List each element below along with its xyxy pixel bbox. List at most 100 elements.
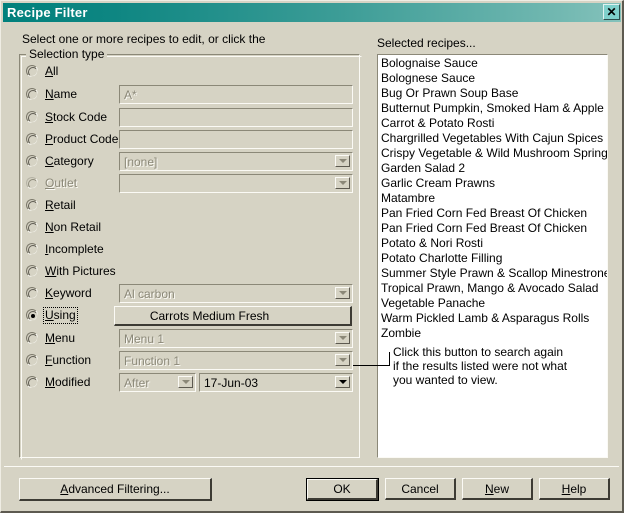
using-ingredient-button[interactable]: Carrots Medium Fresh [114, 306, 352, 326]
selection-type-label: Selection type [26, 47, 108, 61]
radio-row-all[interactable]: All [26, 61, 58, 81]
combo-outlet [119, 174, 353, 193]
chevron-down-icon [335, 287, 350, 299]
annotation-line-2: if the results listed were not what [393, 359, 568, 373]
radio-label: Retail [45, 197, 76, 212]
list-item[interactable]: Garlic Cream Prawns [379, 176, 607, 191]
list-item[interactable]: Warm Pickled Lamb & Asparagus Rolls [379, 311, 607, 326]
new-button[interactable]: New [462, 478, 533, 500]
list-item[interactable]: Zombie [379, 326, 607, 341]
list-item[interactable]: Butternut Pumpkin, Smoked Ham & Apple Bi… [379, 101, 607, 116]
annotation-line-3: you wanted to view. [393, 373, 498, 387]
new-label: New [484, 481, 509, 496]
radio-row-menu[interactable]: Menu [26, 328, 75, 348]
radio-product-code-icon[interactable] [26, 133, 38, 145]
field-value: Menu 1 [124, 331, 165, 346]
list-item[interactable]: Bolognese Sauce [379, 71, 607, 86]
radio-menu-icon[interactable] [26, 332, 38, 344]
radio-stock-code-icon[interactable] [26, 111, 38, 123]
selected-recipes-listbox[interactable]: Bolognaise Sauce Bolognese Sauce Bug Or Pr… [377, 54, 608, 458]
list-item[interactable]: Vegetable Panache [379, 296, 607, 311]
combo-modified-operator: After [119, 373, 196, 392]
radio-name-icon[interactable] [26, 88, 38, 100]
radio-label: Outlet [45, 175, 78, 190]
chevron-down-icon [335, 332, 350, 344]
radio-row-non-retail[interactable]: Non Retail [26, 217, 101, 237]
radio-incomplete-icon[interactable] [26, 243, 38, 255]
list-item[interactable]: Garden Salad 2 [379, 161, 607, 176]
list-item[interactable]: Potato Charlotte Filling [379, 251, 607, 266]
radio-with-pictures-icon[interactable] [26, 265, 38, 277]
field-value: Function 1 [124, 353, 181, 368]
radio-label: All [45, 63, 59, 78]
combo-function: Function 1 [119, 351, 353, 370]
radio-label: Keyword [45, 285, 92, 300]
listbox-items: Bolognaise Sauce Bolognese Sauce Bug Or Pr… [379, 56, 607, 341]
list-item[interactable]: Tropical Prawn, Mango & Avocado Salad [379, 281, 607, 296]
field-value: Al carbon [124, 286, 175, 301]
radio-modified-icon[interactable] [26, 376, 38, 388]
radio-row-using[interactable]: Using [26, 305, 78, 325]
advanced-filtering-button[interactable]: Advanced Filtering... [19, 478, 212, 501]
radio-label: Modified [45, 374, 91, 389]
ok-button[interactable]: OK [306, 478, 379, 501]
combo-modified-date[interactable]: 17-Jun-03 [199, 373, 353, 392]
advanced-filtering-label: Advanced Filtering... [60, 482, 170, 496]
list-item[interactable]: Matambre [379, 191, 607, 206]
close-icon[interactable]: ✕ [603, 4, 620, 20]
radio-label: Category [45, 153, 94, 168]
using-ingredient-label: Carrots Medium Fresh [149, 308, 270, 323]
field-value: [none] [124, 154, 158, 169]
radio-keyword-icon[interactable] [26, 287, 38, 299]
combo-menu: Menu 1 [119, 329, 353, 348]
list-item[interactable]: Carrot & Potato Rosti [379, 116, 607, 131]
list-item[interactable]: Pan Fried Corn Fed Breast Of Chicken [379, 221, 607, 236]
field-value: 17-Jun-03 [204, 375, 259, 390]
radio-row-outlet: Outlet [26, 173, 77, 193]
radio-category-icon[interactable] [26, 155, 38, 167]
list-item[interactable]: Pan Fried Corn Fed Breast Of Chicken [379, 206, 607, 221]
list-item[interactable]: Bolognaise Sauce [379, 56, 607, 71]
input-product-code [119, 130, 353, 149]
radio-row-name[interactable]: Name [26, 84, 77, 104]
radio-row-function[interactable]: Function [26, 350, 91, 370]
chevron-down-icon [335, 354, 350, 366]
radio-non-retail-icon[interactable] [26, 221, 38, 233]
radio-label: Name [45, 86, 78, 101]
help-button[interactable]: Help [539, 478, 610, 500]
radio-outlet-icon [26, 177, 38, 189]
field-value: After [124, 375, 150, 390]
ok-label: OK [307, 479, 378, 500]
radio-label: Incomplete [45, 241, 104, 256]
cancel-label: Cancel [401, 481, 439, 496]
radio-row-modified[interactable]: Modified [26, 372, 90, 392]
annotation-text: Click this button to search again if the… [393, 345, 613, 387]
radio-label: Non Retail [45, 219, 102, 234]
combo-keyword: Al carbon [119, 284, 353, 303]
radio-row-stock-code[interactable]: Stock Code [26, 107, 107, 127]
input-name: A* [119, 85, 353, 104]
radio-row-retail[interactable]: Retail [26, 195, 76, 215]
radio-function-icon[interactable] [26, 354, 38, 366]
radio-row-keyword[interactable]: Keyword [26, 283, 92, 303]
radio-row-incomplete[interactable]: Incomplete [26, 239, 104, 259]
selected-recipes-caption: Selected recipes... [377, 36, 476, 50]
chevron-down-icon[interactable] [335, 376, 350, 388]
list-item[interactable]: Bug Or Prawn Soup Base [379, 86, 607, 101]
radio-row-with-pictures[interactable]: With Pictures [26, 261, 116, 281]
radio-using-icon[interactable] [26, 309, 38, 321]
radio-retail-icon[interactable] [26, 199, 38, 211]
list-item[interactable]: Chargrilled Vegetables With Cajun Spices [379, 131, 607, 146]
radio-all-icon[interactable] [26, 65, 38, 77]
list-item[interactable]: Crispy Vegetable & Wild Mushroom Spring … [379, 146, 607, 161]
radio-row-category[interactable]: Category [26, 151, 94, 171]
radio-row-product-code[interactable]: Product Code [26, 129, 118, 149]
list-item[interactable]: Summer Style Prawn & Scallop Minestrone … [379, 266, 607, 281]
cancel-button[interactable]: Cancel [385, 478, 456, 500]
radio-label: Menu [45, 330, 76, 345]
chevron-down-icon [335, 155, 350, 167]
list-item[interactable]: Potato & Nori Rosti [379, 236, 607, 251]
radio-label: Using [43, 306, 78, 324]
radio-label: Function [45, 352, 92, 367]
field-value: A* [124, 87, 137, 102]
